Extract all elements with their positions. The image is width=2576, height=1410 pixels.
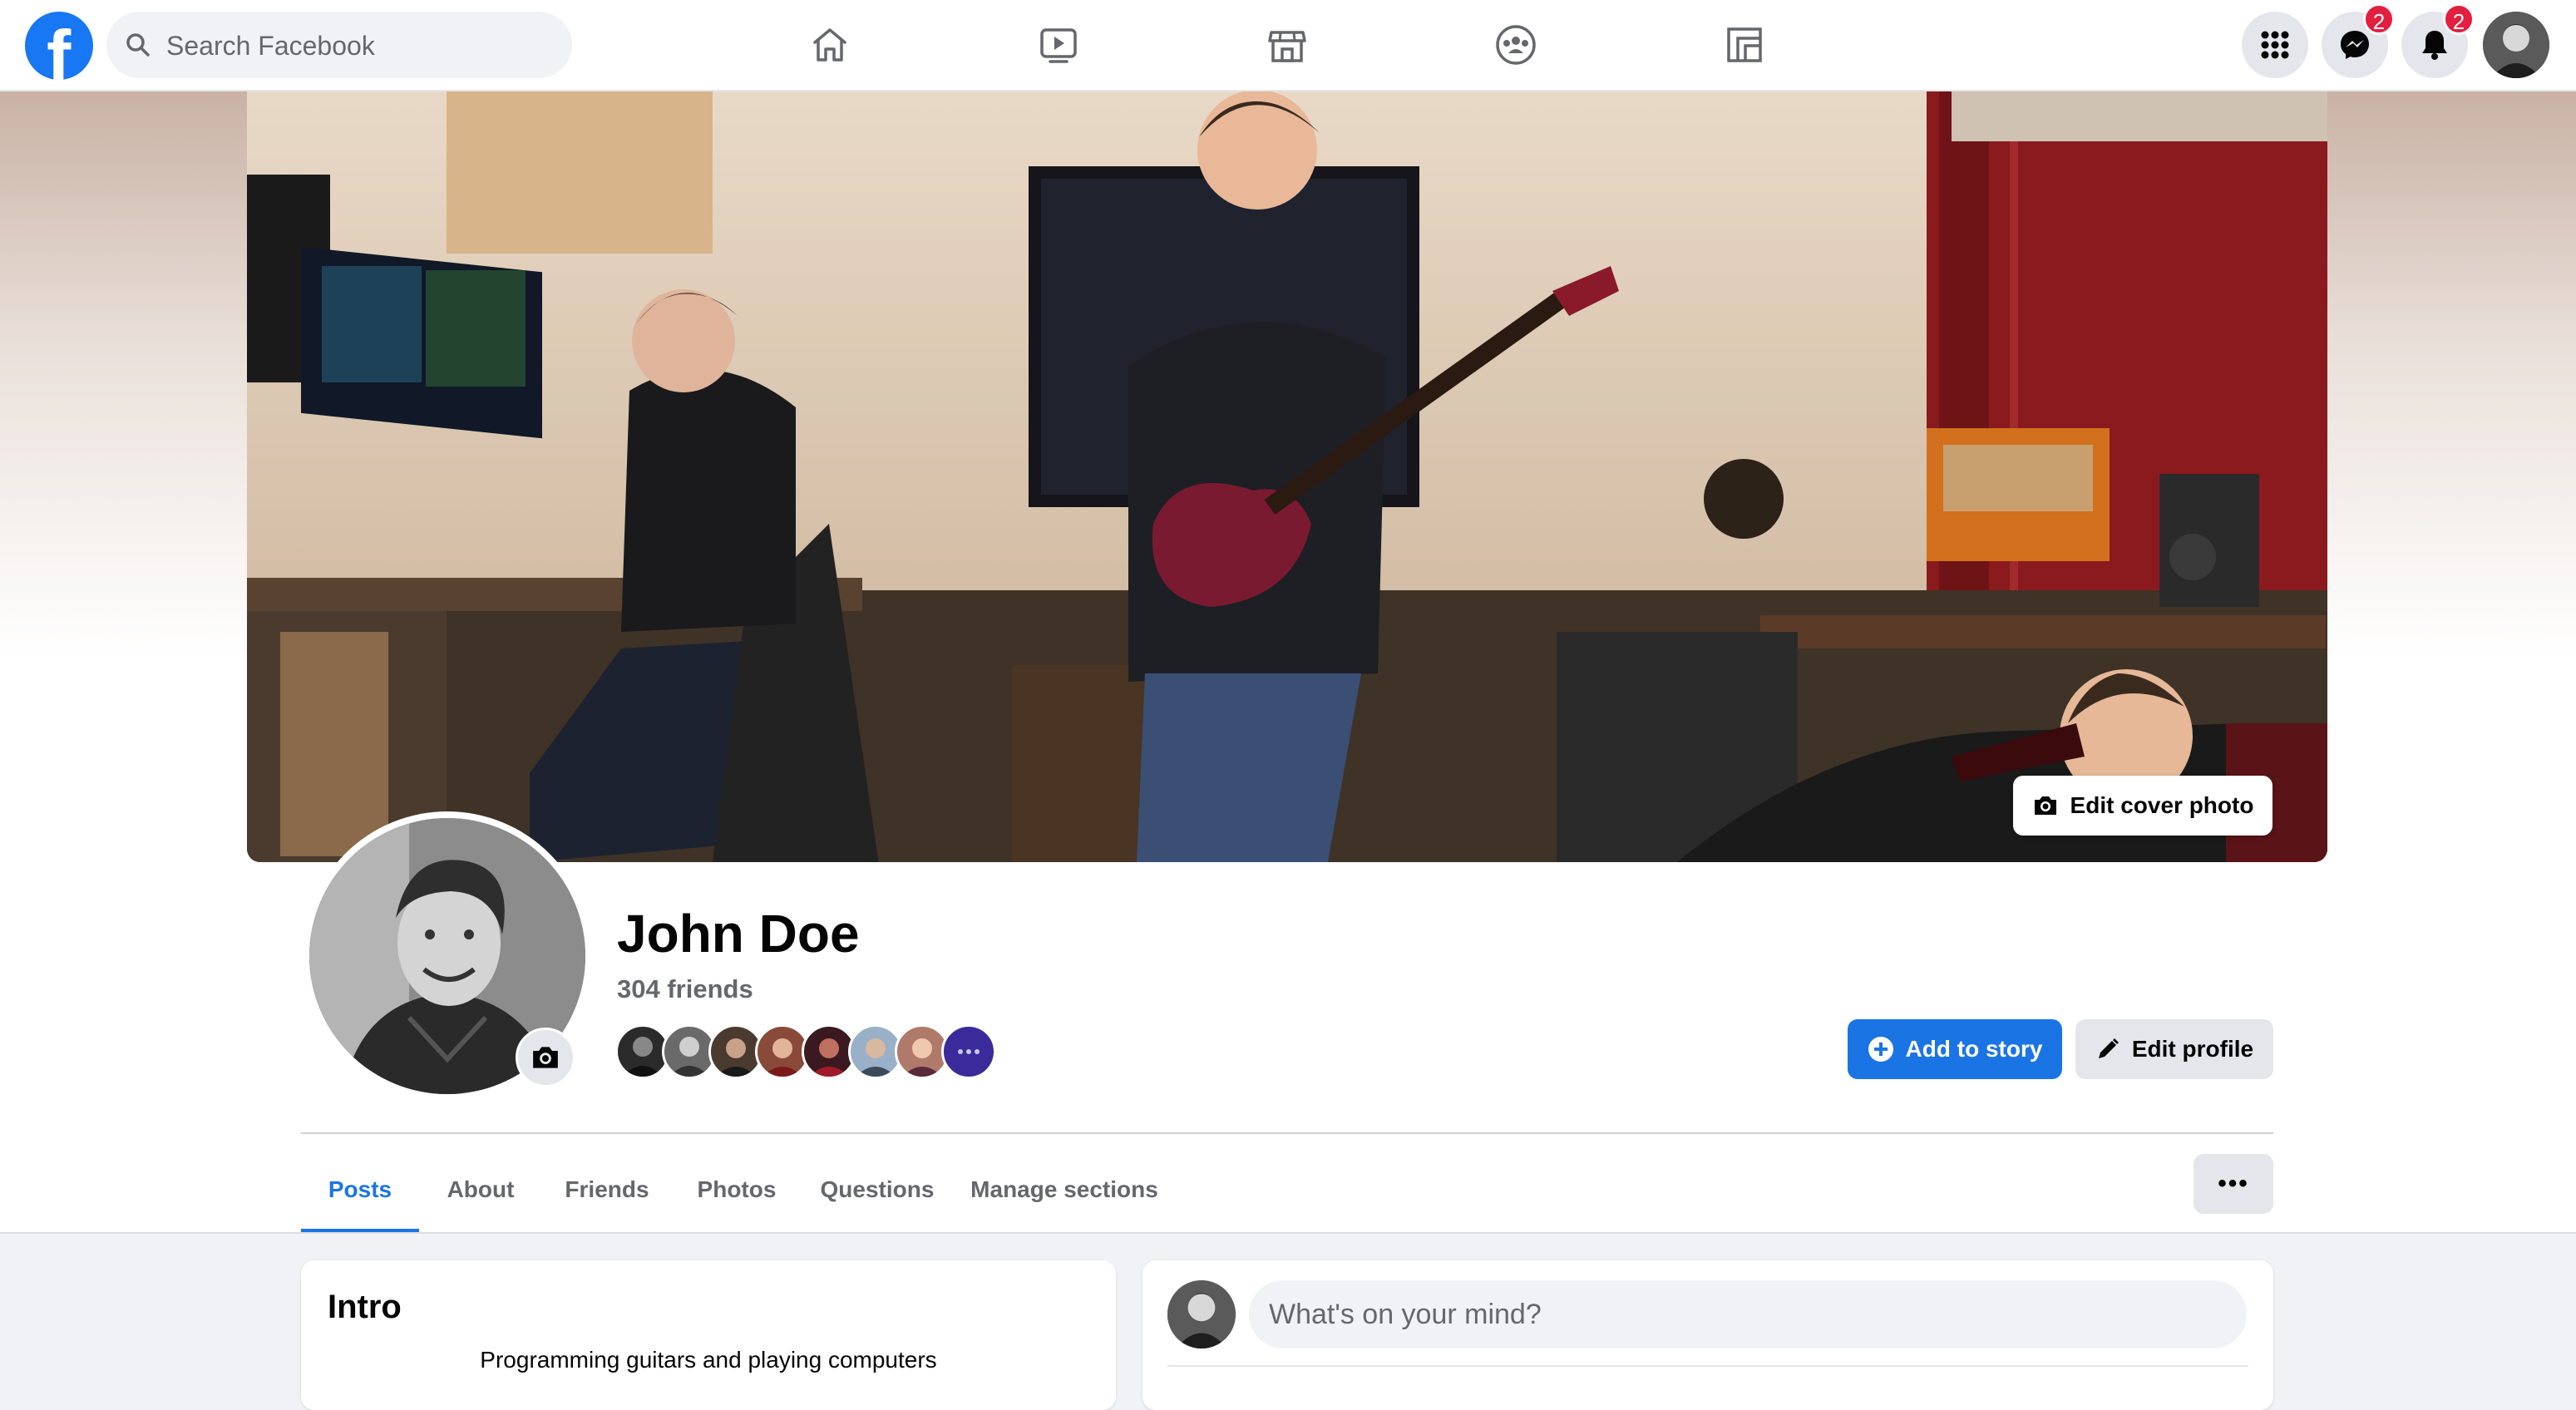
more-dots-icon: ••• <box>2218 1170 2249 1197</box>
search-icon <box>126 33 150 57</box>
nav-tab-marketplace[interactable] <box>1212 0 1362 90</box>
intro-bio: Programming guitars and playing computer… <box>480 1347 937 1373</box>
facebook-logo-letter: f <box>47 15 72 80</box>
grid-menu-icon <box>2261 31 2289 59</box>
tab-label: Friends <box>565 1176 649 1202</box>
pencil-icon <box>2098 1038 2119 1058</box>
home-icon <box>813 28 846 62</box>
notifications-badge: 2 <box>2443 3 2475 35</box>
cover-photo[interactable] <box>247 91 2327 862</box>
profile-name: John Doe <box>617 904 860 964</box>
marketplace-icon <box>1268 31 1306 62</box>
edit-cover-photo-label: Edit cover photo <box>2070 792 2254 818</box>
whats-on-your-mind-input[interactable] <box>1249 1280 2247 1348</box>
tab-manage-sections[interactable]: Manage sections <box>958 1146 1171 1234</box>
tab-about[interactable]: About <box>426 1146 535 1234</box>
camera-icon <box>533 1047 558 1068</box>
header-bottom-border <box>0 1232 2576 1234</box>
edit-profile-label: Edit profile <box>2131 1036 2254 1062</box>
menu-button[interactable] <box>2242 12 2308 78</box>
plus-circle-icon <box>1868 1037 1893 1062</box>
tab-label: About <box>447 1176 515 1202</box>
tab-questions[interactable]: Questions <box>810 1146 945 1234</box>
nav-tab-home[interactable] <box>755 0 905 90</box>
post-composer <box>1142 1260 2273 1410</box>
nav-tab-gaming[interactable] <box>1670 0 1819 90</box>
more-options-button[interactable]: ••• <box>2194 1154 2273 1214</box>
composer-divider <box>1167 1365 2248 1367</box>
friend-avatars <box>615 1024 998 1079</box>
update-profile-picture-button[interactable] <box>516 1028 575 1087</box>
add-to-story-button[interactable]: Add to story <box>1848 1019 2062 1079</box>
header-divider <box>301 1132 2273 1134</box>
nav-tab-groups[interactable] <box>1441 0 1591 90</box>
tab-posts[interactable]: Posts <box>301 1146 419 1234</box>
tab-label: Posts <box>328 1176 392 1202</box>
camera-icon <box>2034 796 2056 815</box>
facebook-logo[interactable]: f <box>25 12 93 80</box>
avatar-image <box>2483 12 2549 78</box>
cover-photo-image <box>247 91 2327 862</box>
friend-avatar-more[interactable] <box>941 1024 996 1079</box>
tab-label: Manage sections <box>970 1176 1158 1202</box>
account-avatar[interactable] <box>2483 12 2549 78</box>
search-input[interactable] <box>165 12 559 80</box>
messenger-button[interactable]: 2 <box>2322 3 2395 78</box>
composer-avatar[interactable] <box>1167 1280 1236 1348</box>
add-to-story-label: Add to story <box>1905 1036 2043 1062</box>
tab-label: Questions <box>820 1176 935 1202</box>
top-navigation-bar: f Search Facebook 2 2 <box>0 0 2576 91</box>
nav-tab-watch[interactable] <box>984 0 1133 90</box>
notifications-button[interactable]: 2 <box>2401 3 2475 78</box>
edit-profile-button[interactable]: Edit profile <box>2075 1019 2273 1079</box>
groups-icon <box>1496 25 1536 65</box>
tab-label: Photos <box>697 1176 777 1202</box>
friends-count[interactable]: 304 friends <box>617 974 753 1004</box>
tab-friends[interactable]: Friends <box>547 1146 667 1234</box>
edit-cover-photo-button[interactable]: Edit cover photo <box>2013 776 2273 836</box>
gaming-icon <box>1727 27 1762 62</box>
tab-photos[interactable]: Photos <box>680 1146 793 1234</box>
bell-icon <box>2422 31 2447 60</box>
intro-title: Intro <box>328 1289 402 1325</box>
messenger-icon <box>2341 31 2369 59</box>
search-box[interactable] <box>106 12 572 80</box>
intro-card: Intro Programming guitars and playing co… <box>301 1260 1116 1410</box>
messenger-badge: 2 <box>2363 3 2395 35</box>
watch-icon <box>1040 28 1077 63</box>
